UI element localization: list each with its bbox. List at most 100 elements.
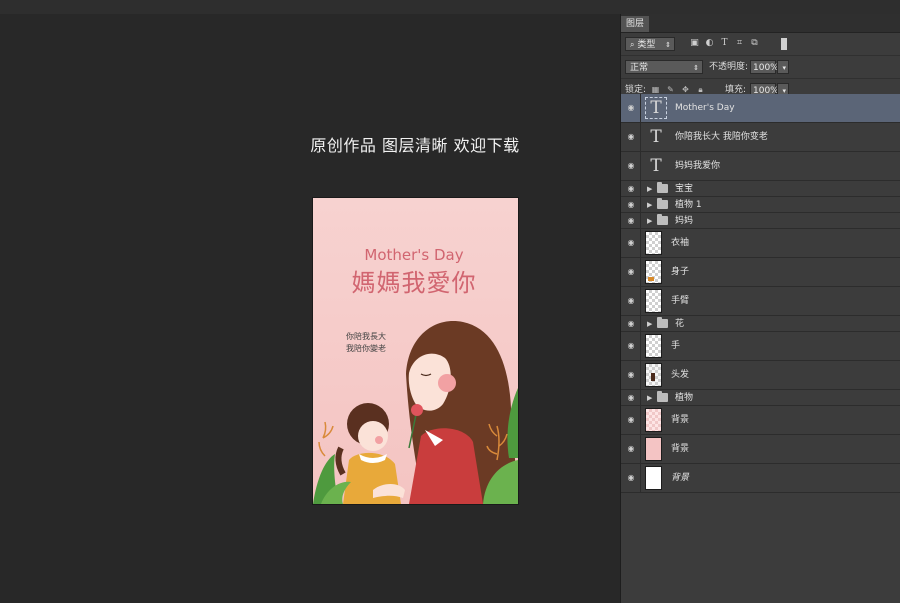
visibility-toggle[interactable]: ◉ bbox=[621, 181, 641, 196]
layer-row[interactable]: ◉ T 你陪我长大 我陪你变老 bbox=[621, 123, 900, 152]
document-canvas-area[interactable] bbox=[0, 14, 620, 603]
visibility-toggle[interactable]: ◉ bbox=[621, 332, 641, 360]
adjustment-filter-icon[interactable]: ◐ bbox=[704, 38, 715, 49]
artwork-canvas[interactable]: Mother's Day 媽媽我愛你 你陪我長大 我陪你變老 bbox=[313, 198, 518, 504]
visibility-toggle[interactable]: ◉ bbox=[621, 390, 641, 405]
artwork-subtitle-line1: 你陪我長大 bbox=[346, 331, 386, 341]
layer-thumbnail bbox=[645, 466, 662, 490]
layer-group-row[interactable]: ◉ ▶ 妈妈 bbox=[621, 213, 900, 229]
expand-triangle-icon[interactable]: ▶ bbox=[647, 394, 655, 402]
visibility-toggle[interactable]: ◉ bbox=[621, 123, 641, 151]
eye-icon: ◉ bbox=[627, 215, 635, 225]
layer-group-row[interactable]: ◉ ▶ 植物 bbox=[621, 390, 900, 406]
folder-icon bbox=[657, 213, 668, 225]
blend-mode-select[interactable]: 正常 ⇕ bbox=[625, 60, 703, 74]
opacity-dropdown-button[interactable]: ▾ bbox=[777, 60, 789, 74]
layer-kind-filter[interactable]: ⌕ 类型 ⇕ bbox=[625, 37, 675, 51]
layer-name: 衣袖 bbox=[671, 238, 690, 248]
layer-row[interactable]: ◉ 衣袖 bbox=[621, 229, 900, 258]
blend-mode-value: 正常 bbox=[630, 63, 649, 73]
text-layer-icon: T bbox=[650, 127, 662, 147]
eye-icon: ◉ bbox=[627, 238, 635, 247]
visibility-toggle[interactable]: ◉ bbox=[621, 406, 641, 434]
lock-position-icon[interactable]: ✥ bbox=[681, 85, 690, 94]
layer-thumbnail bbox=[645, 363, 662, 387]
mother-cheek bbox=[438, 374, 456, 392]
type-filter-icon[interactable]: T bbox=[719, 38, 730, 49]
layer-row[interactable]: ◉ 手 bbox=[621, 332, 900, 361]
layer-name: 背景 bbox=[671, 444, 690, 454]
artwork-illustration: Mother's Day 媽媽我愛你 你陪我長大 我陪你變老 bbox=[313, 198, 518, 504]
chevron-updown-icon: ⇕ bbox=[693, 64, 699, 72]
layer-name: 手臂 bbox=[671, 296, 690, 306]
expand-triangle-icon[interactable]: ▶ bbox=[647, 185, 655, 193]
visibility-toggle[interactable]: ◉ bbox=[621, 213, 641, 228]
expand-triangle-icon[interactable]: ▶ bbox=[647, 201, 655, 209]
smart-object-filter-icon[interactable]: ⧉ bbox=[749, 38, 760, 49]
eye-icon: ◉ bbox=[627, 199, 635, 209]
kind-filter-label: 类型 bbox=[637, 40, 656, 50]
eye-icon: ◉ bbox=[627, 318, 635, 328]
layer-row[interactable]: ◉ T 妈妈我爱你 bbox=[621, 152, 900, 181]
visibility-toggle[interactable]: ◉ bbox=[621, 258, 641, 286]
layer-thumbnail bbox=[645, 231, 662, 255]
image-filter-icon[interactable]: ▣ bbox=[689, 38, 700, 49]
layer-row[interactable]: ◉ 背景 bbox=[621, 406, 900, 435]
layer-row[interactable]: ◉ 背景 bbox=[621, 435, 900, 464]
layer-row[interactable]: ◉ 背景 bbox=[621, 464, 900, 493]
filter-row: ⌕ 类型 ⇕ ▣ ◐ T ⌗ ⧉ bbox=[621, 33, 900, 56]
visibility-toggle[interactable]: ◉ bbox=[621, 316, 641, 331]
lock-pixels-icon[interactable]: ✎ bbox=[666, 85, 675, 94]
visibility-toggle[interactable]: ◉ bbox=[621, 94, 641, 122]
flower-head bbox=[411, 404, 423, 416]
layer-row[interactable]: ◉ 手臂 bbox=[621, 287, 900, 316]
eye-icon: ◉ bbox=[627, 370, 635, 379]
layer-row[interactable]: ◉ T Mother's Day bbox=[621, 94, 900, 123]
layer-thumbnail bbox=[645, 289, 662, 313]
eye-icon: ◉ bbox=[627, 132, 635, 141]
layer-list: ◉ T Mother's Day ◉ T 你陪我长大 我陪你变老 ◉ T 妈妈我… bbox=[621, 94, 900, 493]
lock-transparent-icon[interactable]: ▦ bbox=[651, 85, 660, 94]
eye-icon: ◉ bbox=[627, 161, 635, 170]
layer-name: 背景 bbox=[671, 415, 690, 425]
eye-icon: ◉ bbox=[627, 392, 635, 402]
visibility-toggle[interactable]: ◉ bbox=[621, 287, 641, 315]
layer-name: 身子 bbox=[671, 267, 690, 277]
layer-row[interactable]: ◉ 头发 bbox=[621, 361, 900, 390]
eye-icon: ◉ bbox=[627, 183, 635, 193]
layer-name: 手 bbox=[671, 341, 681, 351]
eye-icon: ◉ bbox=[627, 473, 635, 482]
layer-thumbnail bbox=[645, 334, 662, 358]
folder-icon bbox=[657, 316, 668, 328]
eye-icon: ◉ bbox=[627, 103, 635, 112]
visibility-toggle[interactable]: ◉ bbox=[621, 197, 641, 212]
layer-group-row[interactable]: ◉ ▶ 宝宝 bbox=[621, 181, 900, 197]
layer-row[interactable]: ◉ 身子 bbox=[621, 258, 900, 287]
text-layer-icon: T bbox=[650, 156, 662, 176]
opacity-input[interactable]: 100% bbox=[750, 60, 779, 74]
layer-name: 妈妈我爱你 bbox=[675, 161, 721, 171]
visibility-toggle[interactable]: ◉ bbox=[621, 464, 641, 492]
folder-icon bbox=[657, 197, 668, 209]
layer-name: 你陪我长大 我陪你变老 bbox=[675, 132, 768, 142]
expand-triangle-icon[interactable]: ▶ bbox=[647, 217, 655, 225]
opacity-value: 100% bbox=[753, 63, 779, 73]
filter-toggle-icon[interactable] bbox=[781, 38, 787, 50]
artwork-title-cn: 媽媽我愛你 bbox=[352, 269, 477, 297]
folder-icon bbox=[657, 390, 668, 402]
layer-name: 头发 bbox=[671, 370, 690, 380]
layer-group-row[interactable]: ◉ ▶ 花 bbox=[621, 316, 900, 332]
visibility-toggle[interactable]: ◉ bbox=[621, 435, 641, 463]
visibility-toggle[interactable]: ◉ bbox=[621, 361, 641, 389]
visibility-toggle[interactable]: ◉ bbox=[621, 152, 641, 180]
eye-icon: ◉ bbox=[627, 267, 635, 276]
expand-triangle-icon[interactable]: ▶ bbox=[647, 320, 655, 328]
layer-group-row[interactable]: ◉ ▶ 植物 1 bbox=[621, 197, 900, 213]
layer-thumbnail bbox=[645, 260, 662, 284]
lock-all-icon[interactable]: 🔒︎ bbox=[696, 85, 705, 94]
tab-layers[interactable]: 图层 bbox=[621, 16, 650, 32]
eye-icon: ◉ bbox=[627, 341, 635, 350]
shape-filter-icon[interactable]: ⌗ bbox=[734, 38, 745, 49]
chevron-updown-icon: ⇕ bbox=[665, 41, 671, 49]
visibility-toggle[interactable]: ◉ bbox=[621, 229, 641, 257]
